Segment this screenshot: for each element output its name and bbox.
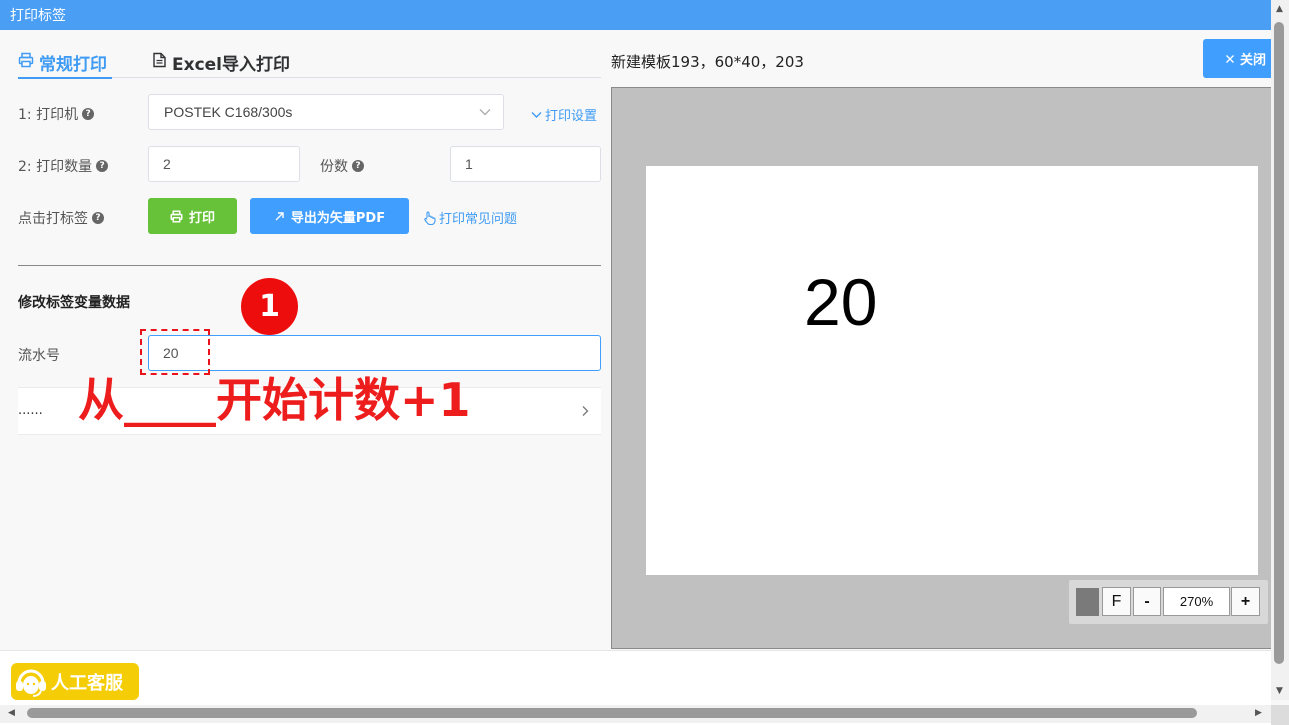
arrow-up-right-icon <box>275 211 284 220</box>
scroll-right-icon[interactable]: ▶ <box>1255 708 1262 718</box>
zoom-toolbar: F - 270% + <box>1069 580 1268 624</box>
fit-button[interactable]: F <box>1102 587 1131 616</box>
print-button-label: 打印 <box>188 210 215 226</box>
printer-select[interactable]: POSTEK C168/300s <box>148 94 504 130</box>
copies-label: 份数 ? <box>320 156 364 176</box>
print-faq-text: 打印常见问题 <box>439 212 518 227</box>
copies-input[interactable]: 1 <box>450 146 601 182</box>
chevron-down-icon <box>531 111 542 118</box>
tab-label: 常规打印 <box>39 55 107 75</box>
horizontal-scrollbar[interactable]: ◀ ▶ <box>0 705 1271 723</box>
print-faq-link[interactable]: 打印常见问题 <box>423 208 517 227</box>
background-color-swatch[interactable] <box>1076 588 1099 616</box>
print-mode-tabs: 常规打印 Excel导入打印 <box>18 50 601 79</box>
zoom-in-button[interactable]: + <box>1231 587 1260 616</box>
label-paper: 20 <box>646 166 1258 575</box>
help-icon[interactable]: ? <box>92 212 104 224</box>
help-icon[interactable]: ? <box>82 108 95 120</box>
scroll-down-icon[interactable]: ▼ <box>1276 686 1283 696</box>
more-variables-label: ...... <box>18 403 43 418</box>
annotation-step-badge: 1 <box>241 278 298 335</box>
help-icon[interactable]: ? <box>96 160 109 172</box>
main-panel: 常规打印 Excel导入打印 1: 打印机 ? POSTEK C168/300s… <box>0 30 1271 725</box>
print-settings-link[interactable]: 打印设置 <box>531 105 597 124</box>
printer-icon <box>170 209 183 223</box>
quantity-label: 2: 打印数量 ? <box>18 156 109 176</box>
vertical-scrollbar[interactable]: ▲ ▼ <box>1271 0 1289 700</box>
template-name: 新建模板193，60*40，203 <box>611 53 804 71</box>
tab-excel-import-print[interactable]: Excel导入打印 <box>152 50 290 78</box>
print-settings-text: 打印设置 <box>545 109 598 124</box>
annotation-caption: 从____开始计数+1 <box>78 373 471 427</box>
serial-number-label: 流水号 <box>18 345 60 365</box>
click-print-label-text: 点击打标签 <box>18 211 88 227</box>
export-pdf-button[interactable]: 导出为矢量PDF <box>250 198 409 234</box>
variables-section-title: 修改标签变量数据 <box>18 295 130 311</box>
tab-label: Excel导入打印 <box>172 55 291 75</box>
label-serial-text[interactable]: 20 <box>804 264 877 340</box>
scroll-left-icon[interactable]: ◀ <box>8 708 15 718</box>
vertical-scroll-thumb[interactable] <box>1274 22 1284 664</box>
close-button-label: 关闭 <box>1240 53 1267 68</box>
serial-number-label-text: 流水号 <box>18 348 60 364</box>
help-icon[interactable]: ? <box>352 160 364 172</box>
chevron-right-icon <box>582 406 589 416</box>
hand-pointer-icon <box>424 210 436 225</box>
section-divider <box>18 265 601 266</box>
scroll-up-icon[interactable]: ▲ <box>1276 4 1283 14</box>
scrollbar-corner <box>1271 705 1289 725</box>
printer-label-text: 1: 打印机 <box>18 107 79 123</box>
click-print-label: 点击打标签 ? <box>18 208 104 228</box>
label-preview-canvas: 20 F - 270% + <box>611 87 1271 649</box>
headset-icon <box>16 669 46 697</box>
customer-support-button[interactable]: 人工客服 <box>11 663 139 700</box>
chevron-down-icon <box>479 109 491 116</box>
export-pdf-label: 导出为矢量PDF <box>290 210 386 226</box>
close-button[interactable]: 关闭 <box>1203 39 1271 78</box>
quantity-input[interactable]: 2 <box>148 146 300 182</box>
document-icon <box>153 52 166 68</box>
printer-icon <box>18 52 34 68</box>
copies-label-text: 份数 <box>320 159 348 175</box>
print-button[interactable]: 打印 <box>148 198 237 234</box>
printer-select-value: POSTEK C168/300s <box>164 104 293 120</box>
tab-regular-print[interactable]: 常规打印 <box>18 50 112 79</box>
window-title: 打印标签 <box>0 0 1271 30</box>
customer-support-label: 人工客服 <box>51 672 123 694</box>
horizontal-scroll-thumb[interactable] <box>27 708 1197 718</box>
zoom-out-button[interactable]: - <box>1133 587 1161 616</box>
quantity-label-text: 2: 打印数量 <box>18 159 93 175</box>
printer-label: 1: 打印机 ? <box>18 104 95 124</box>
close-icon <box>1226 54 1234 63</box>
zoom-level-field[interactable]: 270% <box>1163 587 1230 616</box>
